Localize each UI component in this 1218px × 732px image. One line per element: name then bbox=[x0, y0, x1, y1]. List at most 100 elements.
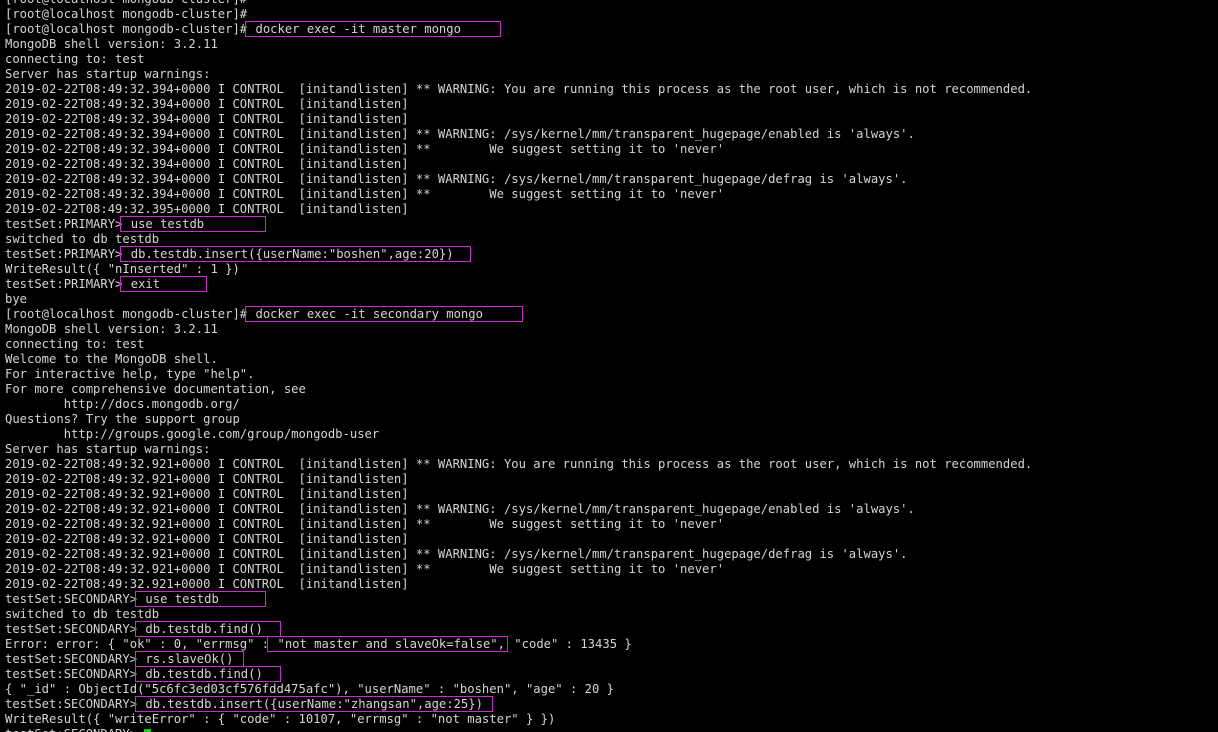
line-text: connecting to: test bbox=[5, 337, 145, 351]
terminal-line: bye bbox=[5, 292, 1032, 307]
terminal-line: [root@localhost mongodb-cluster]# bbox=[5, 7, 1032, 22]
terminal-line: 2019-02-22T08:49:32.394+0000 I CONTROL [… bbox=[5, 172, 1032, 187]
line-text: 2019-02-22T08:49:32.395+0000 I CONTROL [… bbox=[5, 202, 409, 216]
terminal-line: testSet:PRIMARY> db.testdb.insert({userN… bbox=[5, 246, 1032, 262]
line-text: { "_id" : ObjectId("5c6fc3ed03cf576fdd47… bbox=[5, 682, 615, 696]
line-text: MongoDB shell version: 3.2.11 bbox=[5, 37, 218, 51]
highlighted-command: db.testdb.find() bbox=[135, 621, 281, 637]
line-text-tail: "code" : 13435 } bbox=[506, 637, 632, 651]
highlighted-command: "not master and slaveOk=false", bbox=[267, 636, 508, 652]
line-text: Error: error: { "ok" : 0, "errmsg" : bbox=[5, 637, 270, 651]
line-text: 2019-02-22T08:49:32.921+0000 I CONTROL [… bbox=[5, 517, 725, 531]
cursor-block bbox=[144, 728, 152, 732]
line-text: MongoDB shell version: 3.2.11 bbox=[5, 322, 218, 336]
terminal-line: 2019-02-22T08:49:32.921+0000 I CONTROL [… bbox=[5, 457, 1032, 472]
line-text: bye bbox=[5, 292, 28, 306]
line-text: 2019-02-22T08:49:32.394+0000 I CONTROL [… bbox=[5, 187, 725, 201]
line-text: 2019-02-22T08:49:32.394+0000 I CONTROL [… bbox=[5, 142, 725, 156]
terminal-line: 2019-02-22T08:49:32.921+0000 I CONTROL [… bbox=[5, 577, 1032, 592]
line-text: 2019-02-22T08:49:32.921+0000 I CONTROL [… bbox=[5, 502, 915, 516]
terminal-output: [root@localhost mongodb-cluster]# [root@l… bbox=[5, 0, 1032, 732]
line-text: testSet:SECONDARY> bbox=[5, 592, 138, 606]
terminal-line: connecting to: test bbox=[5, 337, 1032, 352]
terminal-line: WriteResult({ "writeError" : { "code" : … bbox=[5, 712, 1032, 727]
line-text: 2019-02-22T08:49:32.394+0000 I CONTROL [… bbox=[5, 172, 908, 186]
terminal-line: testSet:SECONDARY> bbox=[5, 727, 1032, 732]
terminal-line: testSet:SECONDARY> db.testdb.insert({use… bbox=[5, 696, 1032, 712]
terminal-line: testSet:SECONDARY> db.testdb.find() bbox=[5, 621, 1032, 637]
terminal-line: 2019-02-22T08:49:32.394+0000 I CONTROL [… bbox=[5, 142, 1032, 157]
highlighted-command: use testdb bbox=[135, 591, 266, 607]
highlighted-command: db.testdb.insert({userName:"zhangsan",ag… bbox=[135, 696, 494, 712]
line-text: 2019-02-22T08:49:32.394+0000 I CONTROL [… bbox=[5, 97, 409, 111]
terminal-line: 2019-02-22T08:49:32.921+0000 I CONTROL [… bbox=[5, 517, 1032, 532]
highlighted-command: use testdb bbox=[120, 216, 266, 232]
terminal-line: 2019-02-22T08:49:32.921+0000 I CONTROL [… bbox=[5, 562, 1032, 577]
line-text: testSet:SECONDARY> bbox=[5, 727, 137, 732]
line-text: testSet:SECONDARY> bbox=[5, 652, 138, 666]
highlighted-command: docker exec -it secondary mongo bbox=[245, 306, 523, 322]
terminal-line: 2019-02-22T08:49:32.921+0000 I CONTROL [… bbox=[5, 532, 1032, 547]
terminal-line: Server has startup warnings: bbox=[5, 442, 1032, 457]
terminal-line: 2019-02-22T08:49:32.921+0000 I CONTROL [… bbox=[5, 472, 1032, 487]
line-text: [root@localhost mongodb-cluster]# bbox=[5, 22, 248, 36]
line-text: 2019-02-22T08:49:32.921+0000 I CONTROL [… bbox=[5, 487, 409, 501]
line-text: 2019-02-22T08:49:32.394+0000 I CONTROL [… bbox=[5, 112, 409, 126]
line-text: Server has startup warnings: bbox=[5, 67, 211, 81]
terminal-line: MongoDB shell version: 3.2.11 bbox=[5, 37, 1032, 52]
line-text: 2019-02-22T08:49:32.921+0000 I CONTROL [… bbox=[5, 562, 725, 576]
terminal-line: 2019-02-22T08:49:32.394+0000 I CONTROL [… bbox=[5, 127, 1032, 142]
terminal-line: testSet:SECONDARY> db.testdb.find() bbox=[5, 666, 1032, 682]
line-text: testSet:SECONDARY> bbox=[5, 667, 138, 681]
line-text: switched to db testdb bbox=[5, 607, 160, 621]
terminal-line: [root@localhost mongodb-cluster]# bbox=[5, 0, 1032, 7]
terminal-window[interactable]: [root@localhost mongodb-cluster]# [root@l… bbox=[0, 0, 1218, 732]
line-text: switched to db testdb bbox=[5, 232, 160, 246]
line-text: For more comprehensive documentation, se… bbox=[5, 382, 306, 396]
highlighted-command: docker exec -it master mongo bbox=[245, 21, 501, 37]
highlighted-command: exit bbox=[120, 276, 208, 292]
terminal-line: 2019-02-22T08:49:32.394+0000 I CONTROL [… bbox=[5, 112, 1032, 127]
terminal-line: [root@localhost mongodb-cluster]# docker… bbox=[5, 306, 1032, 322]
terminal-line: 2019-02-22T08:49:32.394+0000 I CONTROL [… bbox=[5, 82, 1032, 97]
line-text: Server has startup warnings: bbox=[5, 442, 211, 456]
terminal-line: 2019-02-22T08:49:32.394+0000 I CONTROL [… bbox=[5, 187, 1032, 202]
line-text: 2019-02-22T08:49:32.394+0000 I CONTROL [… bbox=[5, 82, 1033, 96]
terminal-line: connecting to: test bbox=[5, 52, 1032, 67]
line-text: testSet:SECONDARY> bbox=[5, 697, 138, 711]
line-text: [root@localhost mongodb-cluster]# bbox=[5, 0, 247, 6]
highlighted-command: rs.slaveOk() bbox=[135, 651, 244, 667]
line-text: 2019-02-22T08:49:32.394+0000 I CONTROL [… bbox=[5, 127, 915, 141]
terminal-line: For more comprehensive documentation, se… bbox=[5, 382, 1032, 397]
line-text: Welcome to the MongoDB shell. bbox=[5, 352, 218, 366]
highlighted-command: db.testdb.find() bbox=[135, 666, 281, 682]
terminal-line: [root@localhost mongodb-cluster]# docker… bbox=[5, 21, 1032, 37]
terminal-line: WriteResult({ "nInserted" : 1 }) bbox=[5, 262, 1032, 277]
terminal-line: 2019-02-22T08:49:32.921+0000 I CONTROL [… bbox=[5, 487, 1032, 502]
terminal-line: 2019-02-22T08:49:32.921+0000 I CONTROL [… bbox=[5, 502, 1032, 517]
terminal-line: 2019-02-22T08:49:32.921+0000 I CONTROL [… bbox=[5, 547, 1032, 562]
line-text: 2019-02-22T08:49:32.921+0000 I CONTROL [… bbox=[5, 547, 908, 561]
line-text: testSet:PRIMARY> bbox=[5, 217, 123, 231]
terminal-line: 2019-02-22T08:49:32.394+0000 I CONTROL [… bbox=[5, 157, 1032, 172]
terminal-line: testSet:PRIMARY> exit bbox=[5, 276, 1032, 292]
highlighted-command: db.testdb.insert({userName:"boshen",age:… bbox=[120, 246, 472, 262]
line-text: 2019-02-22T08:49:32.394+0000 I CONTROL [… bbox=[5, 157, 409, 171]
line-text: 2019-02-22T08:49:32.921+0000 I CONTROL [… bbox=[5, 457, 1033, 471]
line-text: http://groups.google.com/group/mongodb-u… bbox=[5, 427, 380, 441]
terminal-line: Questions? Try the support group bbox=[5, 412, 1032, 427]
line-text: 2019-02-22T08:49:32.921+0000 I CONTROL [… bbox=[5, 472, 409, 486]
line-text: connecting to: test bbox=[5, 52, 145, 66]
terminal-line: testSet:SECONDARY> rs.slaveOk() bbox=[5, 651, 1032, 667]
line-text: testSet:PRIMARY> bbox=[5, 247, 123, 261]
terminal-line: http://docs.mongodb.org/ bbox=[5, 397, 1032, 412]
line-text: http://docs.mongodb.org/ bbox=[5, 397, 240, 411]
line-text: Questions? Try the support group bbox=[5, 412, 240, 426]
terminal-line: testSet:PRIMARY> use testdb bbox=[5, 216, 1032, 232]
terminal-line: switched to db testdb bbox=[5, 232, 1032, 247]
line-text: 2019-02-22T08:49:32.921+0000 I CONTROL [… bbox=[5, 577, 409, 591]
line-text: For interactive help, type "help". bbox=[5, 367, 255, 381]
terminal-line: { "_id" : ObjectId("5c6fc3ed03cf576fdd47… bbox=[5, 682, 1032, 697]
terminal-line: 2019-02-22T08:49:32.394+0000 I CONTROL [… bbox=[5, 97, 1032, 112]
terminal-line: testSet:SECONDARY> use testdb bbox=[5, 591, 1032, 607]
